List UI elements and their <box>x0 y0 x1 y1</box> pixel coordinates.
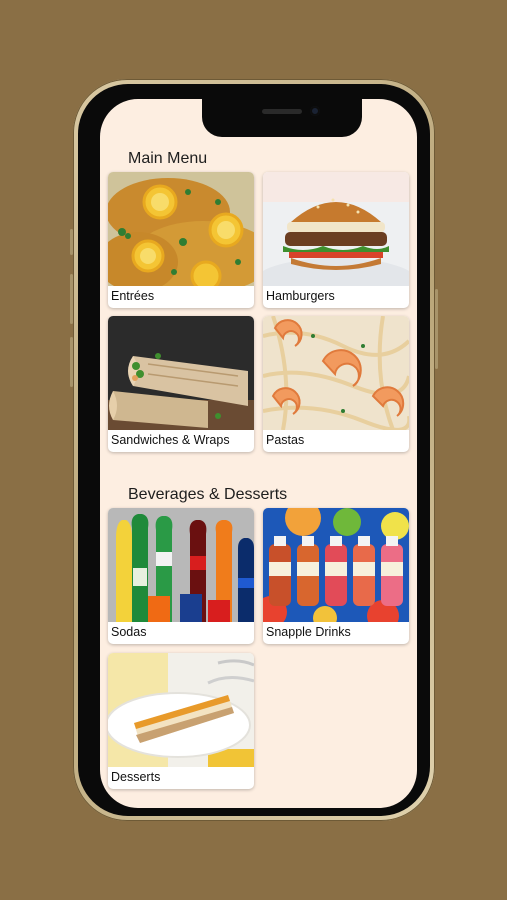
menu-card-pastas[interactable]: Pastas <box>263 316 409 452</box>
power-button <box>435 289 438 369</box>
section-title-main-menu: Main Menu <box>128 150 208 167</box>
sodas-image <box>108 508 254 622</box>
front-camera-icon <box>310 106 320 116</box>
menu-card-snapple-drinks[interactable]: Snapple Drinks <box>263 508 409 644</box>
phone-frame: Main Menu Entrées Hamburgers Sandwiches … <box>70 79 438 821</box>
hamburgers-image <box>263 172 409 286</box>
speaker-grille <box>262 109 302 114</box>
menu-card-entrees[interactable]: Entrées <box>108 172 254 308</box>
card-label: Hamburgers <box>266 289 335 303</box>
card-label: Pastas <box>266 433 305 447</box>
section-title-beverages-desserts: Beverages & Desserts <box>128 486 288 503</box>
menu-card-desserts[interactable]: Desserts <box>108 653 254 789</box>
desserts-image <box>108 653 254 767</box>
card-label: Entrées <box>111 289 155 303</box>
mute-switch <box>70 229 73 255</box>
sandwiches-wraps-image <box>108 316 254 430</box>
card-label: Sandwiches & Wraps <box>111 433 230 447</box>
volume-down-button <box>70 337 73 387</box>
app-screen: Main Menu Entrées Hamburgers Sandwiches … <box>100 99 417 808</box>
camera-notch <box>202 99 362 137</box>
menu-card-sodas[interactable]: Sodas <box>108 508 254 644</box>
snapple-drinks-image <box>263 508 409 622</box>
phone-bezel: Main Menu Entrées Hamburgers Sandwiches … <box>78 84 430 816</box>
card-label: Desserts <box>111 770 161 784</box>
card-label: Sodas <box>111 625 147 639</box>
card-label: Snapple Drinks <box>266 625 351 639</box>
entrees-image <box>108 172 254 286</box>
pastas-image <box>263 316 409 430</box>
menu-card-sandwiches-wraps[interactable]: Sandwiches & Wraps <box>108 316 254 452</box>
menu-card-hamburgers[interactable]: Hamburgers <box>263 172 409 308</box>
volume-up-button <box>70 274 73 324</box>
